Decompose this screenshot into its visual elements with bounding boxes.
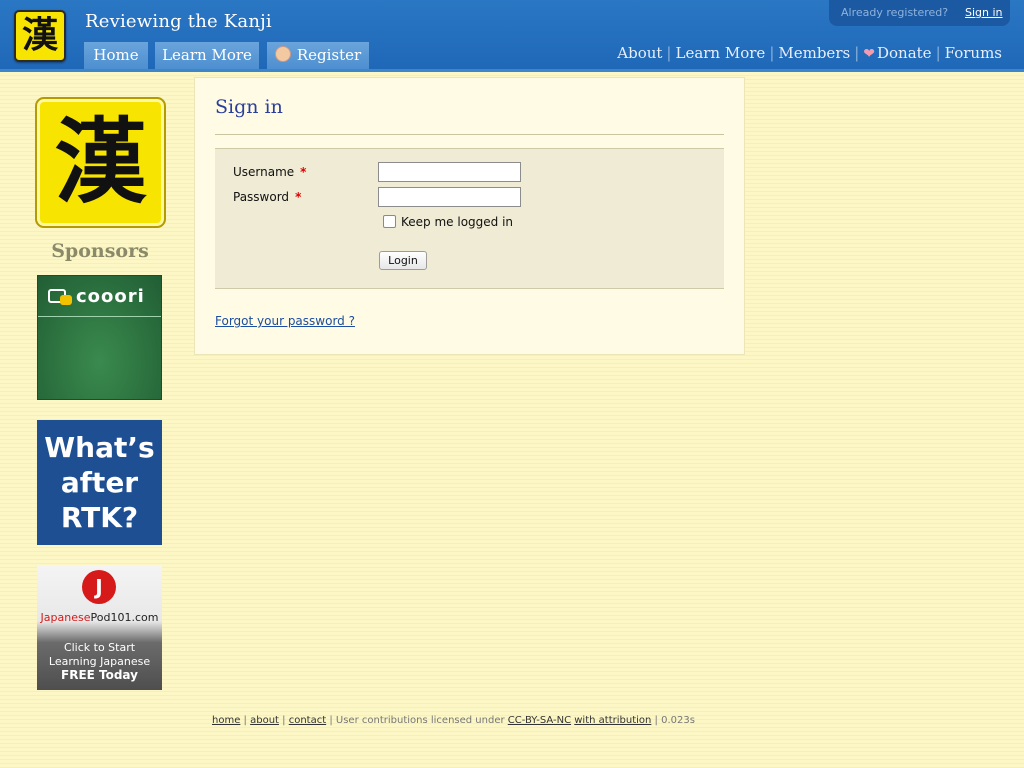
footer-home-link[interactable]: home <box>212 715 240 726</box>
footer-separator: | <box>243 715 247 726</box>
sponsor-japanesepod101-banner[interactable]: J JapanesePod101.com Click to Start Lear… <box>37 565 162 690</box>
footer-timing: | 0.023s <box>654 715 695 726</box>
speech-bubble-icon <box>60 295 72 305</box>
remember-me-label: Keep me logged in <box>401 215 514 229</box>
footer-about-link[interactable]: about <box>250 715 279 726</box>
footer-separator: | <box>329 715 333 726</box>
username-input[interactable] <box>378 162 521 182</box>
forgot-password-link[interactable]: Forgot your password ? <box>215 314 355 328</box>
title-divider <box>215 134 724 135</box>
nav-donate-label: Donate <box>876 44 932 62</box>
cooori-logo: cooori <box>48 286 145 307</box>
nav-separator: | <box>666 44 672 62</box>
right-nav: About | Learn More | Members | ❤ Donate | Forums <box>617 44 1002 62</box>
nav-separator: | <box>769 44 775 62</box>
banner-line: RTK? <box>60 501 139 534</box>
footer: home | about | contact | User contributi… <box>212 715 695 726</box>
nav-donate-link[interactable]: ❤ Donate <box>863 44 931 62</box>
nav-learn-more-link[interactable]: Learn More <box>675 44 765 62</box>
banner-line: after <box>60 466 139 499</box>
signin-form: Username * Password * Keep me logged in Lo… <box>215 148 724 289</box>
banner-line: Learning Japanese <box>48 655 151 668</box>
banner-divider <box>38 316 161 317</box>
kanji-logo-icon[interactable]: 漢 <box>14 10 66 62</box>
japanesepod101-name: JapanesePod101.com <box>40 611 159 624</box>
tab-register-label: Register <box>296 46 362 64</box>
already-registered-text: Already registered? <box>841 6 949 19</box>
site-header: 漢 Reviewing the Kanji Home Learn More Re… <box>0 0 1024 72</box>
nav-separator: | <box>935 44 941 62</box>
password-input[interactable] <box>378 187 521 207</box>
japanesepod101-logo-icon: J <box>82 570 116 604</box>
tab-home[interactable]: Home <box>84 42 148 69</box>
banner-line: What’s <box>44 431 155 464</box>
sponsor-cooori-banner[interactable]: cooori <box>37 275 162 400</box>
checkbox-icon[interactable] <box>383 215 396 228</box>
footer-contact-link[interactable]: contact <box>289 715 326 726</box>
cooori-brand-text: cooori <box>76 286 145 307</box>
footer-attribution-link[interactable]: with attribution <box>574 715 651 726</box>
username-label: Username * <box>233 165 307 179</box>
banner-line: FREE Today <box>61 668 138 682</box>
signin-panel: Sign in Username * Password * Keep me logg… <box>194 77 745 355</box>
nav-forums-link[interactable]: Forums <box>945 44 1002 62</box>
sponsors-heading: Sponsors <box>51 240 149 262</box>
nav-members-link[interactable]: Members <box>778 44 850 62</box>
signin-bar: Already registered? Sign in <box>829 0 1010 26</box>
footer-license-link[interactable]: CC-BY-SA-NC <box>508 715 571 726</box>
required-mark: * <box>300 165 307 179</box>
remember-me-row[interactable]: Keep me logged in <box>383 215 513 229</box>
nav-about-link[interactable]: About <box>617 44 662 62</box>
footer-separator: | <box>282 715 286 726</box>
nav-separator: | <box>854 44 860 62</box>
heart-icon: ❤ <box>863 46 875 62</box>
kanji-big-logo[interactable]: 漢 <box>35 97 166 228</box>
required-mark: * <box>295 190 302 204</box>
page-title: Sign in <box>215 96 283 118</box>
user-icon <box>274 46 291 62</box>
password-label: Password * <box>233 190 302 204</box>
site-title[interactable]: Reviewing the Kanji <box>85 11 272 32</box>
login-button[interactable]: Login <box>379 251 427 270</box>
sign-in-link[interactable]: Sign in <box>965 0 1003 26</box>
tab-learn-more[interactable]: Learn More <box>155 42 259 69</box>
banner-line: Click to Start <box>63 641 136 654</box>
tab-register[interactable]: Register <box>267 42 369 69</box>
sponsor-whats-after-rtk-banner[interactable]: What’s after RTK? <box>37 420 162 545</box>
footer-license-text: User contributions licensed under <box>335 715 505 726</box>
